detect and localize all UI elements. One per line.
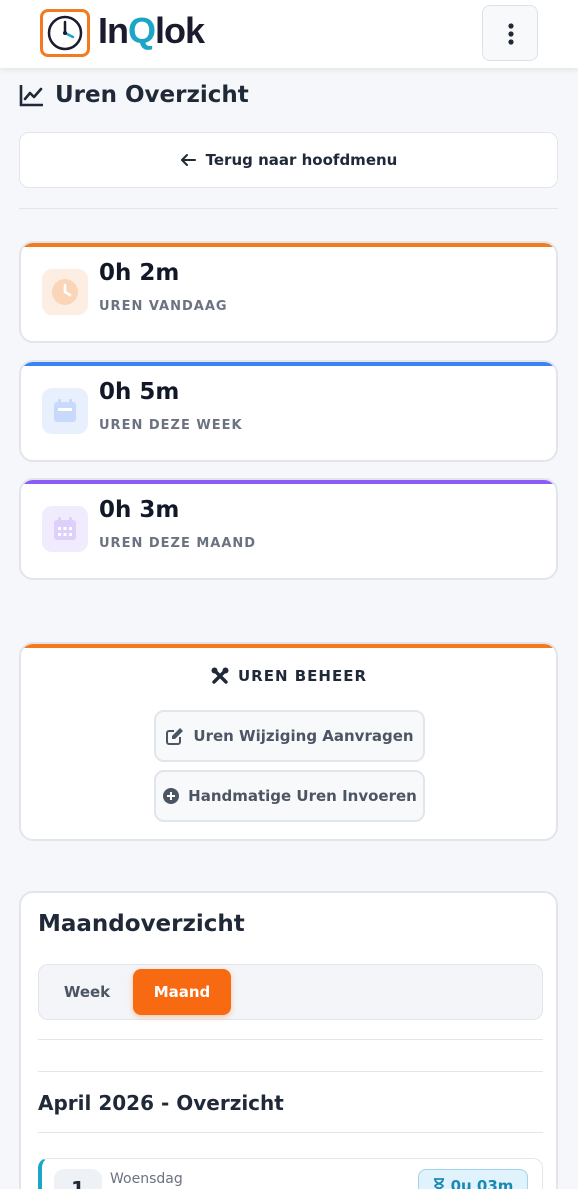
day-name: Woensdag [110,1171,183,1187]
top-bar: InQlok [0,0,578,68]
period-toggle: Week Maand [38,964,543,1020]
period-overview-title: April 2026 - Overzicht [38,1091,284,1115]
plus-circle-icon [163,788,180,804]
hourglass-icon [433,1178,444,1189]
request-hours-change-label: Uren Wijziging Aanvragen [193,727,414,745]
stat-label: UREN DEZE WEEK [99,418,243,433]
toggle-week[interactable]: Week [49,970,125,1014]
clock-icon [42,269,88,315]
month-overview-card: Maandoverzicht Week Maand April 2026 - O… [19,891,558,1189]
logo-clock-icon [40,9,90,57]
divider [19,208,558,209]
logo-text-in: In [98,10,129,51]
chart-line-icon [19,85,43,107]
logo-text-q: Q [128,10,156,51]
day-row[interactable]: 1 Woensdag 0u 03m [38,1158,543,1189]
stat-value: 0h 3m [99,497,180,523]
day-number: 1 [54,1169,102,1189]
calendar-month-icon [42,506,88,552]
stat-card-month: 0h 3m UREN DEZE MAAND [19,478,558,580]
stat-value: 0h 5m [99,379,180,405]
stat-label: UREN VANDAAG [99,299,228,314]
kebab-menu-icon [508,23,514,45]
divider [38,1132,543,1133]
card-accent [21,644,556,648]
hours-management-title: UREN BEHEER [21,666,556,686]
stat-value: 0h 2m [99,260,180,286]
page-title: Uren Overzicht [19,80,249,110]
arrow-left-icon [180,154,196,166]
stat-card-today: 0h 2m UREN VANDAAG [19,241,558,343]
stat-label: UREN DEZE MAAND [99,536,257,551]
tools-icon [211,667,229,684]
logo-text: InQlok [98,10,205,52]
hours-management-card: UREN BEHEER Uren Wijziging Aanvragen Han… [19,642,558,841]
edit-icon [166,728,184,745]
card-accent [21,480,556,484]
more-menu-button[interactable] [482,5,538,61]
day-hours-badge: 0u 03m [418,1169,528,1189]
card-accent [21,362,556,366]
calendar-week-icon [42,388,88,434]
page-title-text: Uren Overzicht [55,82,249,108]
logo-text-lok: lok [155,10,205,51]
manual-hours-entry-button[interactable]: Handmatige Uren Invoeren [154,770,425,822]
day-hours-value: 0u 03m [450,1177,514,1189]
hours-management-title-text: UREN BEHEER [237,667,368,685]
back-button-label: Terug naar hoofdmenu [205,151,398,169]
card-accent [21,243,556,247]
request-hours-change-button[interactable]: Uren Wijziging Aanvragen [154,710,425,762]
month-overview-title: Maandoverzicht [38,911,245,937]
divider [38,1071,543,1072]
stat-card-week: 0h 5m UREN DEZE WEEK [19,360,558,462]
manual-hours-entry-label: Handmatige Uren Invoeren [188,787,417,805]
back-to-main-menu-button[interactable]: Terug naar hoofdmenu [19,132,558,188]
toggle-month[interactable]: Maand [133,969,231,1015]
divider [38,1039,543,1040]
